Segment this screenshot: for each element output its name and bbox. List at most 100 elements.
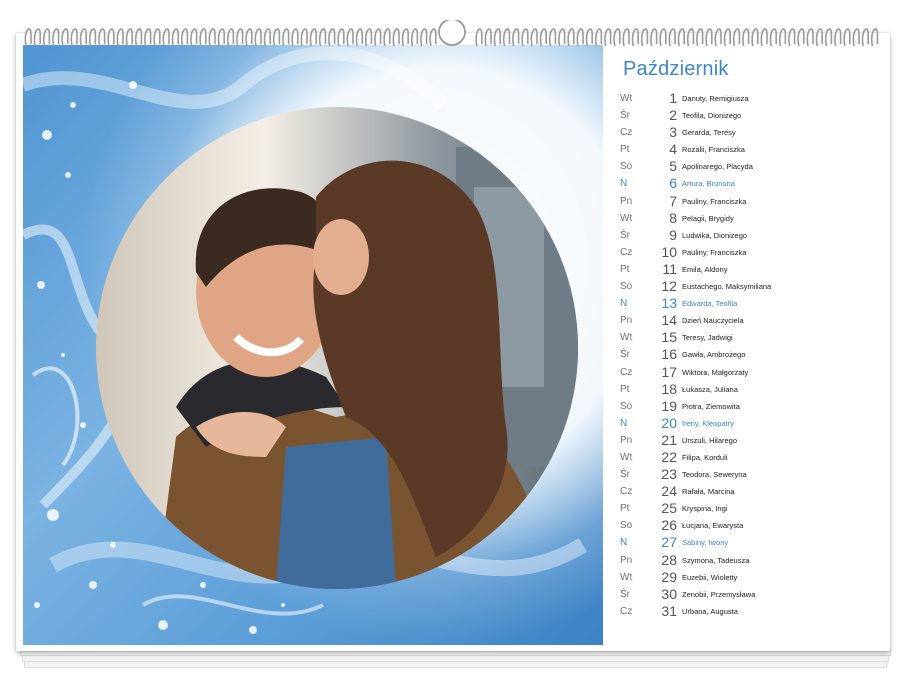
- name-day-names: Euzebii, Wioletty: [682, 572, 738, 582]
- day-number: 22: [661, 448, 677, 465]
- day-number: 2: [669, 107, 677, 124]
- weekday-label: So: [620, 400, 633, 412]
- day-number: 30: [661, 585, 677, 602]
- name-day-names: Pelagii, Brygidy: [682, 213, 734, 223]
- name-day-names: Gawła, Ambrożego: [682, 350, 746, 360]
- day-row: Pt 11 Emila, Aldony: [620, 261, 880, 278]
- day-number: 3: [669, 124, 677, 141]
- day-row: Cz 10 Pauliny, Franciszka: [620, 244, 880, 261]
- day-row: N 13 Edwarda, Teofila: [620, 295, 880, 312]
- name-day-names: Ludwika, Dionizego: [682, 230, 748, 240]
- day-row: Cz 31 Urbana, Augusta: [620, 603, 880, 620]
- name-day-names: Pauliny, Franciszka: [682, 196, 747, 206]
- name-day-names: Zenobii, Przemysława: [682, 589, 756, 599]
- day-number: 25: [661, 500, 677, 517]
- name-day-names: Artura, Brunona: [682, 179, 735, 189]
- day-number: 4: [669, 141, 677, 158]
- couple-photo-circle: [96, 107, 578, 589]
- weekday-label: Wt: [620, 451, 633, 463]
- weekday-label: Śr: [620, 349, 630, 361]
- weekday-label: Cz: [620, 246, 633, 258]
- day-number: 24: [661, 483, 677, 500]
- name-day-names: Dzień Nauczyciela: [682, 316, 744, 326]
- name-day-names: Rozalii, Franciszka: [682, 145, 745, 155]
- day-row: Pn 14 Dzień Nauczyciela: [620, 312, 880, 329]
- weekday-label: So: [620, 520, 633, 532]
- name-day-names: Rafała, Marcina: [682, 487, 735, 497]
- day-number: 12: [661, 278, 677, 295]
- day-number: 27: [661, 534, 677, 551]
- day-row: Pn 28 Szymona, Tadeusza: [620, 552, 880, 569]
- weekday-label: Cz: [620, 366, 633, 378]
- name-day-names: Sabiny, Iwony: [682, 538, 729, 548]
- day-number: 23: [661, 466, 677, 483]
- name-day-names: Łukasza, Juliana: [682, 384, 738, 394]
- day-row: So 26 Łucjana, Ewarysta: [620, 517, 880, 534]
- day-row: Cz 24 Rafała, Marcina: [620, 483, 880, 500]
- calendar-page-stack-3: [24, 661, 887, 668]
- day-number: 17: [661, 363, 677, 380]
- weekday-label: N: [620, 298, 628, 310]
- name-day-names: Ireny, Kleopatry: [682, 418, 734, 428]
- day-row: Wt 29 Euzebii, Wioletty: [620, 569, 880, 586]
- day-number: 21: [661, 431, 677, 448]
- name-day-names: Emila, Aldony: [682, 264, 728, 274]
- day-row: N 20 Ireny, Kleopatry: [620, 415, 880, 432]
- day-number: 19: [661, 397, 677, 414]
- name-day-names: Teofila, Dionizego: [682, 111, 742, 121]
- day-row: Pt 25 Kryspina, Ingi: [620, 500, 880, 517]
- name-day-names: Pauliny, Franciszka: [682, 247, 747, 257]
- name-day-names: Teodora, Seweryna: [682, 470, 747, 480]
- weekday-label: So: [620, 281, 633, 293]
- day-row: So 12 Eustachego, Maksymiliana: [620, 278, 880, 295]
- day-list: Wt 1 Danuty, Remigiusza Śr 2 Teofila, Dionize…: [620, 90, 880, 620]
- day-row: Śr 2 Teofila, Dionizego: [620, 107, 880, 124]
- day-row: Wt 22 Filipa, Korduli: [620, 449, 880, 466]
- name-day-names: Wiktora, Małgorzaty: [682, 367, 749, 377]
- day-row: Śr 9 Ludwika, Dionizego: [620, 227, 880, 244]
- day-number: 1: [669, 90, 677, 106]
- day-row: So 5 Apolinarego, Placyda: [620, 158, 880, 175]
- day-row: Pn 7 Pauliny, Franciszka: [620, 193, 880, 210]
- day-number: 11: [662, 260, 677, 277]
- weekday-label: So: [620, 161, 633, 173]
- day-number: 5: [669, 158, 677, 175]
- day-number: 8: [669, 209, 677, 226]
- name-day-names: Apolinarego, Placyda: [682, 162, 753, 172]
- hanger-loop-icon: [438, 20, 466, 46]
- day-row: So 19 Piotra, Ziemowita: [620, 398, 880, 415]
- weekday-label: Pt: [620, 263, 630, 275]
- weekday-label: Wt: [620, 332, 633, 344]
- weekday-label: Pn: [620, 315, 633, 327]
- day-row: Wt 1 Danuty, Remigiusza: [620, 90, 880, 107]
- couple-photo: [96, 107, 578, 589]
- day-number: 29: [661, 568, 677, 585]
- weekday-label: Cz: [620, 486, 633, 498]
- day-row: Śr 16 Gawła, Ambrożego: [620, 346, 880, 363]
- weekday-label: Pn: [620, 554, 633, 566]
- weekday-label: Pt: [620, 144, 630, 156]
- name-day-names: Urszuli, Hilarego: [682, 435, 738, 445]
- day-row: N 27 Sabiny, Iwony: [620, 534, 880, 551]
- weekday-label: Pt: [620, 383, 630, 395]
- weekday-label: Pt: [620, 503, 630, 515]
- day-number: 13: [661, 295, 677, 312]
- day-number: 15: [661, 329, 677, 346]
- day-row: Wt 8 Pelagii, Brygidy: [620, 210, 880, 227]
- photo-area: [23, 45, 603, 645]
- day-row: Pt 4 Rozalii, Franciszka: [620, 141, 880, 158]
- day-number: 9: [669, 226, 677, 243]
- name-day-names: Gerarda, Teresy: [682, 128, 736, 138]
- day-number: 10: [661, 243, 677, 260]
- weekday-label: N: [620, 537, 628, 549]
- name-day-names: Szymona, Tadeusza: [682, 555, 750, 565]
- name-day-names: Kryspina, Ingi: [682, 504, 728, 514]
- name-day-names: Łucjana, Ewarysta: [682, 521, 744, 531]
- name-day-names: Filipa, Korduli: [682, 452, 728, 462]
- name-day-names: Piotra, Ziemowita: [682, 401, 740, 411]
- day-row: Śr 30 Zenobii, Przemysława: [620, 586, 880, 603]
- name-day-names: Eustachego, Maksymiliana: [682, 282, 772, 292]
- weekday-label: Wt: [620, 212, 633, 224]
- weekday-label: Śr: [620, 110, 630, 122]
- day-number: 16: [661, 346, 677, 363]
